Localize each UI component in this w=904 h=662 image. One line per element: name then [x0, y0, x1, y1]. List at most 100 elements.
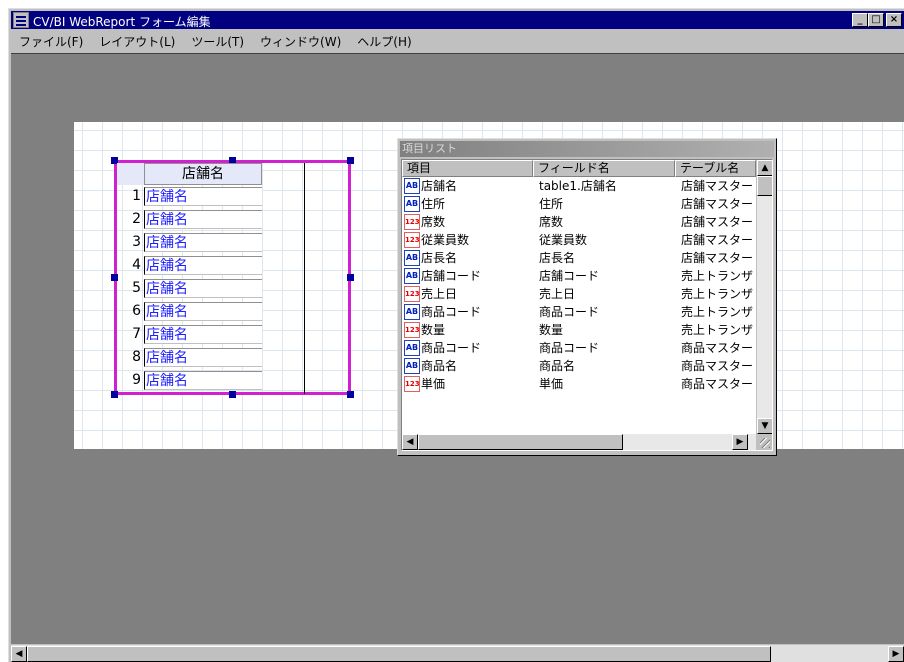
table-row[interactable]: 9 店舗名: [117, 369, 262, 391]
scroll-up-button[interactable]: ▲: [757, 160, 772, 176]
workspace-scroll-left-button[interactable]: ◀: [11, 646, 27, 662]
vscroll-thumb[interactable]: [757, 176, 772, 196]
column-header-table[interactable]: テーブル名: [675, 160, 756, 177]
field-list-window[interactable]: 項目リスト 項目 フィールド名 テーブル名 AB 店舗名 table1.店舗名 店舗マ…: [397, 138, 777, 456]
table-row[interactable]: 7 店舗名: [117, 323, 262, 345]
minimize-button[interactable]: _: [852, 13, 868, 27]
row-cell[interactable]: 店舗名: [144, 187, 262, 206]
field-list-item[interactable]: 123 売上日 売上日 売上トランザ: [402, 285, 756, 303]
resize-handle-se[interactable]: [347, 391, 354, 398]
scroll-down-button[interactable]: ▼: [757, 418, 772, 434]
field-item-table: 売上トランザ: [681, 323, 754, 337]
field-item-fieldname: 商品コード: [539, 341, 600, 355]
field-item-table: 商品マスター: [681, 377, 754, 391]
table-row[interactable]: 6 店舗名: [117, 300, 262, 322]
menu-window[interactable]: ウィンドウ(W): [252, 33, 349, 50]
title-bar[interactable]: CV/BI WebReport フォーム編集 _ □ ×: [11, 11, 904, 29]
field-list-item[interactable]: 123 席数 席数 店舗マスター: [402, 213, 756, 231]
row-cell[interactable]: 店舗名: [144, 302, 262, 321]
field-list-item[interactable]: AB 商品名 商品名 商品マスター: [402, 357, 756, 375]
field-list-item[interactable]: AB 商品コード 商品コード 売上トランザ: [402, 303, 756, 321]
field-item-fieldname: 席数: [539, 215, 564, 229]
field-list-item[interactable]: AB 住所 住所 店舗マスター: [402, 195, 756, 213]
menu-file[interactable]: ファイル(F): [11, 33, 91, 50]
scroll-left-button[interactable]: ◀: [402, 434, 418, 450]
text-field-icon: AB: [404, 340, 420, 356]
row-cell[interactable]: 店舗名: [144, 371, 262, 390]
text-field-icon: AB: [404, 196, 420, 212]
menu-tools[interactable]: ツール(T): [183, 33, 252, 50]
field-item-name: 商品コード: [421, 341, 482, 355]
field-item-name: 住所: [421, 197, 446, 211]
workspace: 店舗名 1 店舗名 2 店舗名 3 店舗名 4 店舗名 5 店舗名 6 店舗名 7 店舗名 8…: [11, 53, 904, 644]
row-cell[interactable]: 店舗名: [144, 325, 262, 344]
field-list-item[interactable]: AB 商品コード 商品コード 商品マスター: [402, 339, 756, 357]
column-header-item[interactable]: 項目: [402, 160, 533, 177]
table-header[interactable]: 店舗名: [144, 163, 262, 185]
table-header-corner: [117, 163, 144, 185]
field-item-fieldname: 商品コード: [539, 305, 600, 319]
field-list-item[interactable]: 123 単価 単価 商品マスター: [402, 375, 756, 393]
numeric-field-icon: 123: [404, 322, 420, 338]
field-item-table: 店舗マスター: [681, 215, 754, 229]
table-row[interactable]: 3 店舗名: [117, 231, 262, 253]
field-item-table: 店舗マスター: [681, 197, 754, 211]
close-button[interactable]: ×: [886, 13, 902, 27]
row-cell[interactable]: 店舗名: [144, 210, 262, 229]
maximize-button[interactable]: □: [868, 13, 884, 27]
listview-header: 項目 フィールド名 テーブル名: [402, 160, 756, 177]
field-list-item[interactable]: AB 店長名 店長名 店舗マスター: [402, 249, 756, 267]
field-item-table: 売上トランザ: [681, 287, 754, 301]
row-number: 7: [132, 326, 141, 342]
scroll-right-button[interactable]: ▶: [732, 434, 748, 450]
field-item-name: 席数: [421, 215, 446, 229]
menu-bar: ファイル(F) レイアウト(L) ツール(T) ウィンドウ(W) ヘルプ(H): [11, 31, 904, 51]
row-number: 1: [132, 188, 141, 204]
field-item-fieldname: 店舗コード: [539, 269, 600, 283]
field-item-fieldname: 数量: [539, 323, 564, 337]
field-item-table: 売上トランザ: [681, 305, 754, 319]
table-row[interactable]: 2 店舗名: [117, 208, 262, 230]
field-listview[interactable]: 項目 フィールド名 テーブル名 AB 店舗名 table1.店舗名 店舗マスター AB 住…: [401, 159, 773, 451]
field-item-table: 店舗マスター: [681, 179, 754, 193]
column-header-field[interactable]: フィールド名: [533, 160, 675, 177]
menu-help[interactable]: ヘルプ(H): [349, 33, 419, 50]
resize-handle-ne[interactable]: [347, 157, 354, 164]
hscroll-thumb[interactable]: [418, 434, 623, 450]
window-title: CV/BI WebReport フォーム編集: [33, 15, 211, 29]
workspace-scroll-right-button[interactable]: ▶: [888, 646, 904, 662]
app-icon[interactable]: [13, 12, 29, 28]
field-item-table: 売上トランザ: [681, 269, 754, 283]
row-cell[interactable]: 店舗名: [144, 256, 262, 275]
row-number: 2: [132, 211, 141, 227]
row-cell[interactable]: 店舗名: [144, 233, 262, 252]
table-row[interactable]: 8 店舗名: [117, 346, 262, 368]
listview-hscrollbar[interactable]: ◀ ▶: [402, 434, 756, 450]
resize-handle-sw[interactable]: [111, 391, 118, 398]
resize-handle-s[interactable]: [229, 391, 236, 398]
listview-vscrollbar[interactable]: ▲ ▼: [756, 160, 772, 434]
table-row[interactable]: 5 店舗名: [117, 277, 262, 299]
row-number: 8: [132, 349, 141, 365]
resize-handle-e[interactable]: [347, 274, 354, 281]
field-item-fieldname: 住所: [539, 197, 564, 211]
field-list-item[interactable]: AB 店舗コード 店舗コード 売上トランザ: [402, 267, 756, 285]
table-right-border: [304, 163, 305, 394]
field-list-item[interactable]: 123 数量 数量 売上トランザ: [402, 321, 756, 339]
field-list-item[interactable]: AB 店舗名 table1.店舗名 店舗マスター: [402, 177, 756, 195]
workspace-hscroll-thumb[interactable]: [27, 646, 771, 662]
row-cell[interactable]: 店舗名: [144, 279, 262, 298]
table-row[interactable]: 4 店舗名: [117, 254, 262, 276]
field-list-item[interactable]: 123 従業員数 従業員数 店舗マスター: [402, 231, 756, 249]
workspace-hscrollbar[interactable]: ◀ ▶: [11, 644, 904, 662]
row-cell[interactable]: 店舗名: [144, 348, 262, 367]
field-item-fieldname: 商品名: [539, 359, 576, 373]
field-list-title[interactable]: 項目リスト: [400, 141, 774, 157]
field-item-name: 単価: [421, 377, 446, 391]
resize-grip-icon[interactable]: [756, 434, 772, 450]
field-item-table: 店舗マスター: [681, 251, 754, 265]
table-row[interactable]: 1 店舗名: [117, 185, 262, 207]
menu-layout[interactable]: レイアウト(L): [91, 33, 183, 50]
field-item-fieldname: 単価: [539, 377, 564, 391]
field-item-fieldname: 売上日: [539, 287, 576, 301]
